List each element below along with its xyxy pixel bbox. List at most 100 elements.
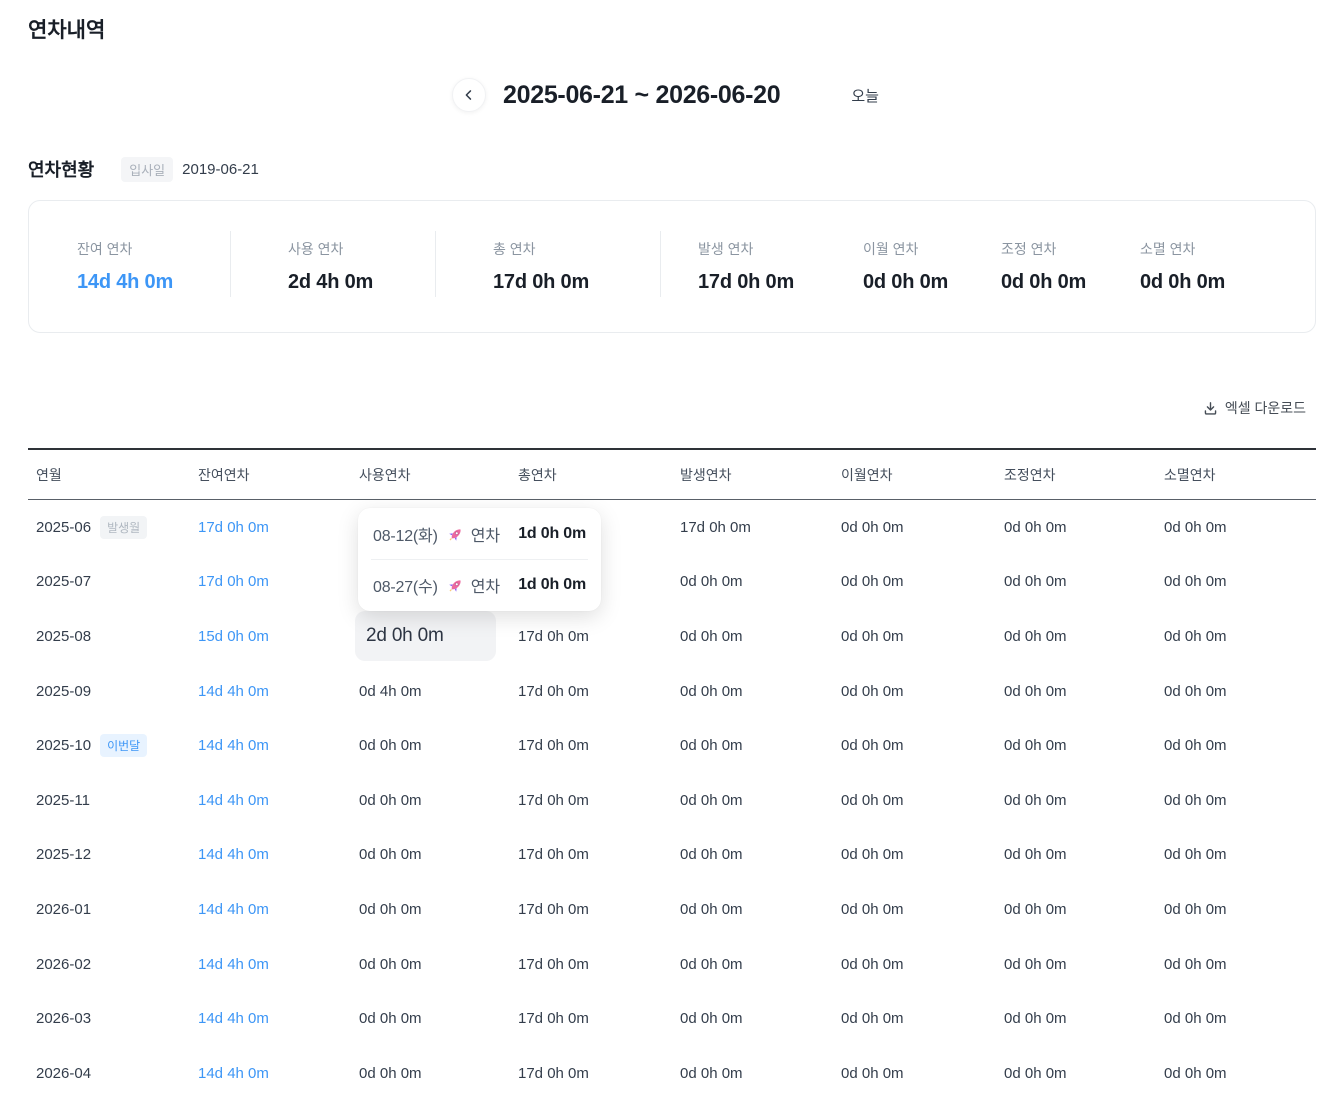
carryover-cell: 0d 0h 0m — [833, 718, 996, 773]
col-header-adjusted: 조정연차 — [996, 450, 1156, 499]
adjusted-cell: 0d 0h 0m — [996, 773, 1156, 828]
today-button[interactable]: 오늘 — [851, 85, 879, 106]
remaining-cell[interactable]: 14d 4h 0m — [190, 937, 351, 992]
table-row[interactable]: 2025-09 14d 4h 0m 0d 4h 0m 17d 0h 0m 0d … — [28, 664, 1316, 719]
tooltip-date: 08-12(화) — [373, 522, 438, 546]
month-badge: 발생월 — [100, 516, 147, 539]
leave-summary-card: 잔여 연차 14d 4h 0m 사용 연차 2d 4h 0m 총 연차 17d … — [28, 200, 1316, 333]
carryover-cell: 0d 0h 0m — [833, 664, 996, 719]
carryover-cell: 0d 0h 0m — [833, 937, 996, 992]
expired-cell: 0d 0h 0m — [1156, 773, 1316, 828]
tooltip-leave-type: 연차 — [471, 573, 500, 597]
table-row[interactable]: 2025-08 15d 0h 0m 2d 0h 0m 17d 0h 0m 0d … — [28, 609, 1316, 664]
tooltip-leave-type: 연차 — [471, 522, 500, 546]
total-cell: 17d 0h 0m — [510, 773, 672, 828]
summary-value: 0d 0h 0m — [863, 271, 965, 294]
summary-value: 0d 0h 0m — [1001, 271, 1104, 294]
remaining-cell[interactable]: 15d 0h 0m — [190, 609, 351, 664]
tooltip-value: 1d 0h 0m — [518, 576, 586, 594]
chevron-left-icon — [462, 88, 476, 102]
remaining-cell[interactable]: 14d 4h 0m — [190, 882, 351, 937]
monthly-leave-table: 연월 잔여연차 사용연차 총연차 발생연차 이월연차 조정연차 소멸연차 202… — [28, 448, 1316, 1101]
adjusted-cell: 0d 0h 0m — [996, 991, 1156, 1046]
adjusted-cell: 0d 0h 0m — [996, 937, 1156, 992]
summary-label: 조정 연차 — [1001, 239, 1104, 259]
remaining-cell[interactable]: 14d 4h 0m — [190, 1046, 351, 1101]
remaining-cell[interactable]: 17d 0h 0m — [190, 500, 351, 555]
table-header-row: 연월 잔여연차 사용연차 총연차 발생연차 이월연차 조정연차 소멸연차 — [28, 450, 1316, 500]
adjusted-cell: 0d 0h 0m — [996, 828, 1156, 883]
used-cell[interactable]: 0d 4h 0m — [351, 664, 510, 719]
accrued-cell: 0d 0h 0m — [672, 773, 833, 828]
summary-value: 17d 0h 0m — [698, 271, 826, 294]
remaining-cell[interactable]: 14d 4h 0m — [190, 773, 351, 828]
month-cell: 2025-06발생월 — [28, 500, 190, 555]
used-cell[interactable]: 0d 0h 0m — [351, 991, 510, 1046]
remaining-cell[interactable]: 14d 4h 0m — [190, 828, 351, 883]
month-cell: 2026-01 — [28, 882, 190, 937]
tooltip-entry: 08-27(수) 연차 1d 0h 0m — [358, 560, 601, 610]
carryover-cell: 0d 0h 0m — [833, 882, 996, 937]
summary-accrued: 발생 연차 17d 0h 0m — [661, 201, 826, 332]
used-cell[interactable]: 0d 0h 0m — [351, 937, 510, 992]
used-cell[interactable]: 0d 0h 0m — [351, 718, 510, 773]
month-cell: 2025-09 — [28, 664, 190, 719]
expired-cell: 0d 0h 0m — [1156, 664, 1316, 719]
col-header-total: 총연차 — [510, 450, 672, 499]
adjusted-cell: 0d 0h 0m — [996, 609, 1156, 664]
total-cell: 17d 0h 0m — [510, 609, 672, 664]
summary-value: 2d 4h 0m — [288, 271, 436, 294]
adjusted-cell: 0d 0h 0m — [996, 664, 1156, 719]
expired-cell: 0d 0h 0m — [1156, 991, 1316, 1046]
table-row[interactable]: 2026-01 14d 4h 0m 0d 0h 0m 17d 0h 0m 0d … — [28, 882, 1316, 937]
summary-value: 14d 4h 0m — [77, 271, 231, 294]
month-cell: 2026-04 — [28, 1046, 190, 1101]
excel-download-label: 엑셀 다운로드 — [1225, 398, 1306, 418]
summary-label: 이월 연차 — [863, 239, 965, 259]
expired-cell: 0d 0h 0m — [1156, 1046, 1316, 1101]
carryover-cell: 0d 0h 0m — [833, 991, 996, 1046]
month-cell: 2025-07 — [28, 555, 190, 610]
adjusted-cell: 0d 0h 0m — [996, 718, 1156, 773]
table-row[interactable]: 2025-06발생월 17d 0h 0m 17d 0h 0m 0d 0h 0m … — [28, 500, 1316, 555]
status-header: 연차현황 입사일 2019-06-21 — [28, 156, 259, 182]
rocket-icon — [447, 577, 464, 594]
carryover-cell: 0d 0h 0m — [833, 773, 996, 828]
accrued-cell: 17d 0h 0m — [672, 500, 833, 555]
expired-cell: 0d 0h 0m — [1156, 882, 1316, 937]
expired-cell: 0d 0h 0m — [1156, 718, 1316, 773]
accrued-cell: 0d 0h 0m — [672, 664, 833, 719]
total-cell: 17d 0h 0m — [510, 991, 672, 1046]
accrued-cell: 0d 0h 0m — [672, 718, 833, 773]
accrued-cell: 0d 0h 0m — [672, 991, 833, 1046]
summary-label: 잔여 연차 — [77, 239, 231, 259]
col-header-month: 연월 — [28, 450, 190, 499]
used-cell[interactable]: 2d 0h 0m — [351, 609, 510, 664]
table-row[interactable]: 2025-07 17d 0h 0m 0d 0h 0m 0d 0h 0m 0d 0… — [28, 555, 1316, 610]
accrued-cell: 0d 0h 0m — [672, 828, 833, 883]
used-cell[interactable]: 0d 0h 0m — [351, 773, 510, 828]
used-cell[interactable]: 0d 0h 0m — [351, 882, 510, 937]
table-row[interactable]: 2026-04 14d 4h 0m 0d 0h 0m 17d 0h 0m 0d … — [28, 1046, 1316, 1101]
col-header-used: 사용연차 — [351, 450, 510, 499]
month-cell: 2025-08 — [28, 609, 190, 664]
table-row[interactable]: 2025-12 14d 4h 0m 0d 0h 0m 17d 0h 0m 0d … — [28, 828, 1316, 883]
remaining-cell[interactable]: 17d 0h 0m — [190, 555, 351, 610]
remaining-cell[interactable]: 14d 4h 0m — [190, 991, 351, 1046]
month-cell: 2026-02 — [28, 937, 190, 992]
used-cell[interactable]: 0d 0h 0m — [351, 828, 510, 883]
table-row[interactable]: 2025-10이번달 14d 4h 0m 0d 0h 0m 17d 0h 0m … — [28, 718, 1316, 773]
prev-period-button[interactable] — [452, 78, 486, 112]
summary-label: 사용 연차 — [288, 239, 436, 259]
used-cell[interactable]: 0d 0h 0m — [351, 1046, 510, 1101]
table-row[interactable]: 2026-03 14d 4h 0m 0d 0h 0m 17d 0h 0m 0d … — [28, 991, 1316, 1046]
summary-used: 사용 연차 2d 4h 0m — [231, 201, 436, 332]
remaining-cell[interactable]: 14d 4h 0m — [190, 664, 351, 719]
month-cell: 2025-12 — [28, 828, 190, 883]
summary-expired: 소멸 연차 0d 0h 0m — [1104, 201, 1315, 332]
table-row[interactable]: 2026-02 14d 4h 0m 0d 0h 0m 17d 0h 0m 0d … — [28, 937, 1316, 992]
excel-download-button[interactable]: 엑셀 다운로드 — [1203, 398, 1306, 418]
col-header-carryover: 이월연차 — [833, 450, 996, 499]
table-row[interactable]: 2025-11 14d 4h 0m 0d 0h 0m 17d 0h 0m 0d … — [28, 773, 1316, 828]
remaining-cell[interactable]: 14d 4h 0m — [190, 718, 351, 773]
